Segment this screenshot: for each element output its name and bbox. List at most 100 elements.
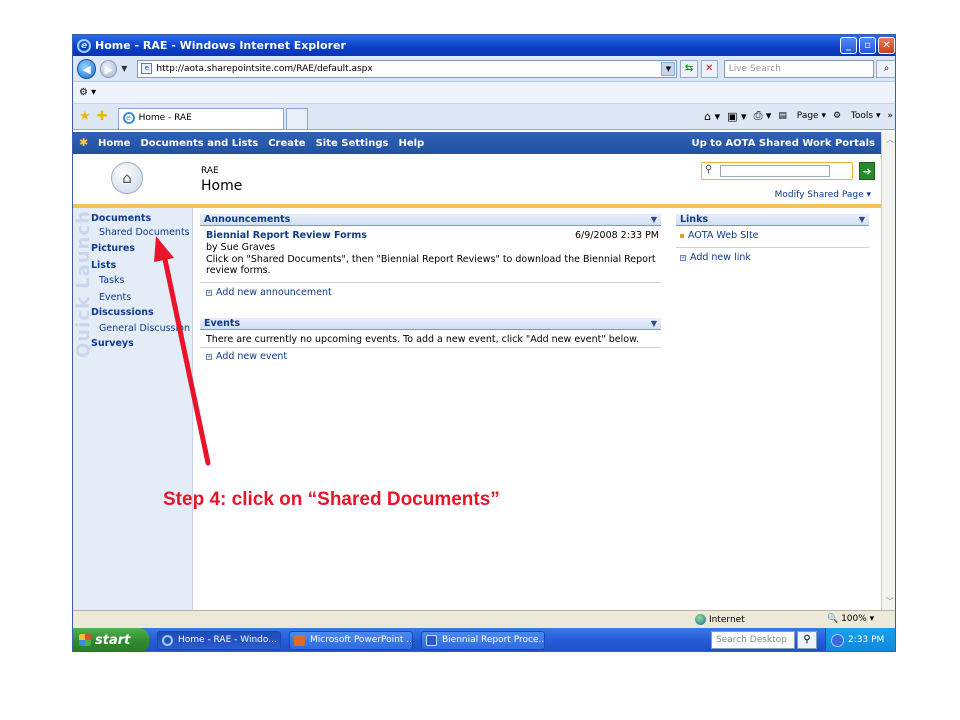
stop-button[interactable]: ✕ — [700, 59, 718, 78]
nav-up-to-portal[interactable]: Up to AOTA Shared Work Portals — [692, 138, 875, 149]
ie-tab-icon: e — [122, 112, 135, 124]
home-icon[interactable]: ⌂ ▾ — [704, 110, 720, 123]
quick-launch: Quick Launch Documents Shared Documents … — [73, 208, 193, 610]
modify-shared-page-link[interactable]: Modify Shared Page ▾ — [775, 190, 871, 200]
clock: 2:33 PM — [848, 635, 885, 645]
links-title: Links — [680, 214, 709, 225]
windows-flag-icon — [79, 634, 91, 646]
webpart-menu-icon[interactable]: ▼ — [651, 318, 657, 330]
nav-documents-and-lists[interactable]: Documents and Lists — [140, 138, 258, 149]
globe-icon — [695, 614, 706, 625]
scroll-up-icon[interactable]: ︿ — [884, 134, 895, 146]
address-toolbar: ◀ ▶ ▼ e http://aota.sharepointsite.com/R… — [73, 56, 895, 82]
scroll-down-icon[interactable]: ﹀ — [884, 596, 895, 608]
ie-logo-icon: e — [77, 38, 91, 53]
add-announcement-label: Add new announcement — [216, 287, 332, 298]
refresh-button[interactable]: ⇆ — [680, 59, 698, 78]
add-link-label: Add new link — [690, 252, 751, 263]
add-link-link[interactable]: + Add new link — [680, 252, 751, 263]
nav-help[interactable]: Help — [398, 138, 424, 149]
minimize-button[interactable]: _ — [840, 37, 857, 54]
add-event-link[interactable]: + Add new event — [206, 351, 287, 362]
events-empty-text: There are currently no upcoming events. … — [206, 334, 640, 345]
add-bullet-icon: + — [206, 289, 212, 296]
links-toolbar: ⚙ ▾ — [73, 82, 895, 104]
site-search-go-button[interactable]: ➜ — [859, 162, 875, 180]
quick-launch-watermark: Quick Launch — [73, 210, 94, 358]
tab-label: Home - RAE — [138, 113, 192, 123]
magnifier-icon: ⚲ — [705, 164, 713, 175]
security-zone: Internet — [695, 614, 745, 625]
site-search-input[interactable] — [720, 165, 830, 177]
feeds-icon[interactable]: ▣ ▾ — [727, 110, 746, 123]
screenshot-frame: e Home - RAE - Windows Internet Explorer… — [72, 34, 896, 652]
nav-home[interactable]: Home — [98, 138, 130, 149]
tools-menu[interactable]: ⚙ Tools ▾ — [833, 111, 881, 121]
address-dropdown-icon[interactable]: ▼ — [661, 61, 676, 76]
close-button[interactable]: ✕ — [878, 37, 895, 54]
taskbar-item-word[interactable]: Biennial Report Proce... — [421, 631, 545, 650]
recent-pages-dropdown[interactable]: ▼ — [121, 64, 127, 73]
page-title: Home — [201, 178, 243, 194]
links-webpart-title[interactable]: Links ▼ — [676, 214, 869, 226]
add-bullet-icon: + — [206, 353, 212, 360]
add-announcement-link[interactable]: + Add new announcement — [206, 287, 332, 298]
more-chevron-icon[interactable]: » — [887, 111, 893, 121]
ql-shared-documents[interactable]: Shared Documents — [99, 227, 190, 238]
search-button[interactable]: ⌕ — [876, 59, 895, 78]
zoom-level[interactable]: 🔍 100% ▾ — [827, 614, 874, 624]
announcement-body-1: Click on "Shared Documents", then "Bienn… — [206, 254, 656, 265]
main-content: Announcements ▼ Biennial Report Review F… — [193, 208, 881, 610]
ql-events[interactable]: Events — [99, 292, 131, 303]
ql-documents[interactable]: Documents — [91, 213, 151, 224]
vertical-scrollbar[interactable]: ︿ ﹀ — [881, 132, 895, 610]
aota-web-site-link[interactable]: AOTA Web SIte — [680, 230, 759, 241]
ql-discussions[interactable]: Discussions — [91, 307, 154, 318]
taskbar-item-ie[interactable]: Home - RAE - Windo... — [157, 631, 281, 650]
maximize-button[interactable]: ▫ — [859, 37, 876, 54]
add-bullet-icon: + — [680, 254, 686, 261]
ql-general-discussion[interactable]: General Discussion — [99, 323, 190, 334]
ql-surveys[interactable]: Surveys — [91, 338, 134, 349]
announcements-title: Announcements — [204, 214, 291, 225]
announcement-title[interactable]: Biennial Report Review Forms — [206, 230, 367, 241]
command-bar: ⌂ ▾ ▣ ▾ ⎙ ▾ ▤ Page ▾ ⚙ Tools ▾ » — [697, 103, 895, 129]
nav-site-settings[interactable]: Site Settings — [316, 138, 389, 149]
page-menu[interactable]: ▤ Page ▾ — [778, 111, 826, 121]
ql-pictures[interactable]: Pictures — [91, 243, 135, 254]
print-icon[interactable]: ⎙ ▾ — [754, 109, 772, 123]
desktop-search-input[interactable]: Search Desktop — [711, 631, 795, 649]
live-search-input[interactable]: Live Search — [723, 59, 875, 78]
system-tray: 2:33 PM — [825, 628, 895, 651]
ie-task-icon — [162, 635, 173, 646]
site-home-icon[interactable]: ⌂ — [111, 162, 143, 194]
address-url: http://aota.sharepointsite.com/RAE/defau… — [156, 63, 373, 74]
address-bar[interactable]: e http://aota.sharepointsite.com/RAE/def… — [137, 59, 678, 78]
webpart-menu-icon[interactable]: ▼ — [651, 214, 657, 226]
tray-network-icon[interactable] — [831, 634, 844, 647]
site-header: ⌂ RAE Home ⚲ ➜ Modify Shared Page ▾ — [73, 154, 881, 208]
announcement-date: 6/9/2008 2:33 PM — [575, 230, 659, 241]
sharepoint-logo-icon: ✱ — [79, 136, 89, 149]
annotation-instruction: Step 4: click on “Shared Documents” — [163, 489, 500, 510]
announcement-author: by Sue Graves — [206, 242, 276, 253]
tab-home-rae[interactable]: e Home - RAE — [117, 108, 284, 129]
site-search-box[interactable]: ⚲ — [701, 162, 853, 180]
ql-tasks[interactable]: Tasks — [99, 275, 124, 286]
desktop-search-button[interactable]: ⚲ — [797, 631, 817, 649]
forward-button[interactable]: ▶ — [100, 59, 118, 78]
favorites-star-icon[interactable]: ★ — [79, 109, 91, 124]
new-tab-button[interactable] — [285, 108, 308, 129]
webpart-menu-icon[interactable]: ▼ — [859, 214, 865, 226]
announcements-webpart-title[interactable]: Announcements ▼ — [200, 214, 661, 226]
feed-icon[interactable]: ⚙ ▾ — [79, 87, 96, 98]
start-button[interactable]: start — [73, 628, 149, 651]
ql-lists[interactable]: Lists — [91, 260, 116, 271]
back-button[interactable]: ◀ — [77, 58, 97, 79]
page-menu-label: Page — [796, 111, 819, 121]
taskbar-item-powerpoint[interactable]: Microsoft PowerPoint ... — [289, 631, 413, 650]
events-webpart-title[interactable]: Events ▼ — [200, 318, 661, 330]
add-favorite-icon[interactable]: ✚ — [97, 109, 108, 124]
separator — [676, 247, 869, 248]
nav-create[interactable]: Create — [268, 138, 305, 149]
